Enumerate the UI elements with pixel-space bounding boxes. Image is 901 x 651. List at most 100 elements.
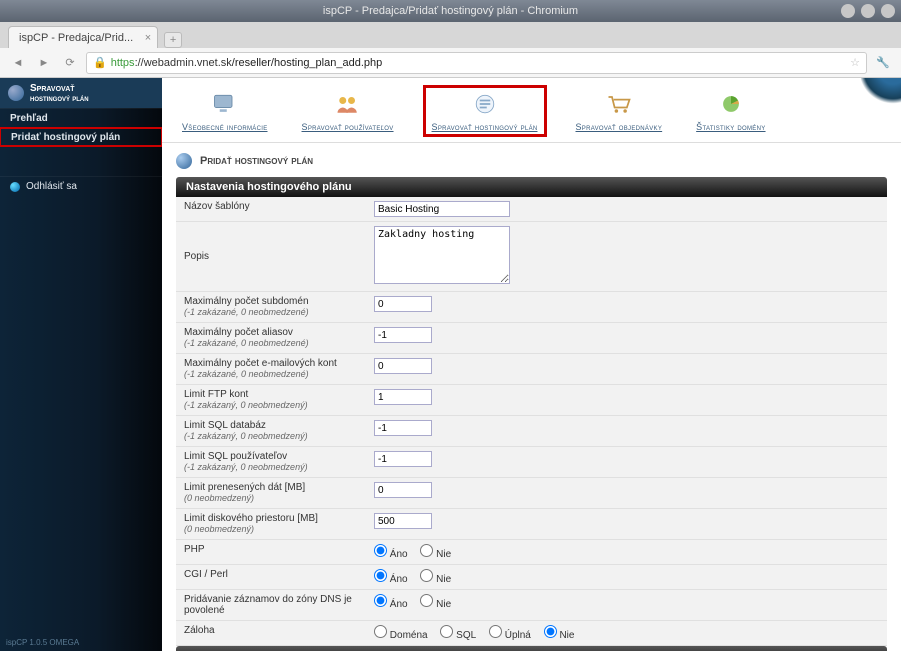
- radio-backup-sql[interactable]: [440, 625, 453, 638]
- page-title-icon: [176, 153, 192, 169]
- maximize-button[interactable]: [861, 4, 875, 18]
- star-icon[interactable]: ☆: [850, 56, 860, 69]
- radios-backup: Doména SQL Úplná Nie: [366, 621, 887, 646]
- forward-button[interactable]: ►: [34, 53, 54, 73]
- input-ftp-limit[interactable]: [374, 389, 432, 405]
- os-title-bar: ispCP - Predajca/Pridať hostingový plán …: [0, 0, 901, 22]
- hint-ftp-limit: (-1 zakázaný, 0 neobmedzený): [184, 400, 308, 410]
- input-max-subdomains[interactable]: [374, 296, 432, 312]
- label-description: Popis: [176, 222, 366, 292]
- radios-dns: Áno Nie: [366, 590, 887, 621]
- logout-icon: [10, 182, 20, 192]
- page-title-text: Pridať hostingový plán: [200, 155, 313, 167]
- app-frame: Spravovať hostingový plán Prehľad Pridať…: [0, 78, 901, 651]
- sidebar-item-overview[interactable]: Prehľad: [0, 108, 162, 128]
- label-template-name: Názov šablóny: [176, 197, 366, 222]
- label-max-mail: Maximálny počet e-mailových kont: [184, 358, 337, 369]
- radio-backup-full[interactable]: [489, 625, 502, 638]
- label-sql-user-limit: Limit SQL používateľov: [184, 451, 287, 462]
- section-hosting-settings: Nastavenia hostingového plánu: [176, 177, 887, 197]
- sidebar-footer: ispCP 1.0.5 OMEGA: [6, 638, 79, 647]
- radio-dns-no[interactable]: [420, 594, 433, 607]
- browser-tab[interactable]: ispCP - Predajca/Prid... ×: [8, 26, 158, 48]
- section-billing-settings: Nastavenia fakturácii: [176, 646, 887, 651]
- input-max-mail[interactable]: [374, 358, 432, 374]
- logo-corner: [861, 78, 901, 106]
- input-max-aliases[interactable]: [374, 327, 432, 343]
- lock-icon: 🔒: [93, 56, 107, 69]
- sidebar-item-label: Prehľad: [10, 113, 48, 124]
- sidebar-heading: Spravovať hostingový plán: [0, 78, 162, 108]
- radio-cgi-no[interactable]: [420, 569, 433, 582]
- input-sql-user-limit[interactable]: [374, 451, 432, 467]
- reload-button[interactable]: ⟳: [60, 53, 80, 73]
- label-sql-db-limit: Limit SQL databáz: [184, 420, 266, 431]
- new-tab-button[interactable]: +: [164, 32, 182, 48]
- url-field[interactable]: 🔒 https://webadmin.vnet.sk/reseller/host…: [86, 52, 867, 74]
- pie-chart-icon: [714, 90, 748, 118]
- close-button[interactable]: [881, 4, 895, 18]
- radio-cgi-yes[interactable]: [374, 569, 387, 582]
- sidebar-heading-l1: Spravovať: [30, 83, 89, 94]
- window-controls: [841, 4, 895, 18]
- tab-title: ispCP - Predajca/Prid...: [19, 32, 133, 44]
- input-description[interactable]: [374, 226, 510, 284]
- label-php: PHP: [176, 540, 366, 565]
- topmenu-domain-stats[interactable]: Štatistiky domény: [694, 88, 767, 134]
- sidebar-item-label: Odhlásiť sa: [26, 181, 77, 192]
- url-path: /reseller/hosting_plan_add.php: [232, 57, 382, 69]
- topmenu-label: Spravovať používateľov: [302, 122, 394, 132]
- radio-backup-none[interactable]: [544, 625, 557, 638]
- page-title: Pridať hostingový plán: [176, 153, 887, 169]
- label-max-aliases: Maximálny počet aliasov: [184, 327, 293, 338]
- url-scheme: https: [111, 57, 135, 69]
- topmenu-manage-hosting-plan[interactable]: Spravovať hostingový plán: [426, 88, 544, 134]
- users-icon: [331, 90, 365, 118]
- browser-address-bar: ◄ ► ⟳ 🔒 https://webadmin.vnet.sk/reselle…: [0, 48, 901, 78]
- topmenu-manage-orders[interactable]: Spravovať objednávky: [574, 88, 665, 134]
- sidebar-item-logout[interactable]: Odhlásiť sa: [0, 176, 162, 196]
- sidebar-heading-l2: hostingový plán: [30, 94, 89, 103]
- close-tab-icon[interactable]: ×: [145, 32, 151, 44]
- label-dns: Pridávanie záznamov do zóny DNS je povol…: [176, 590, 366, 621]
- topmenu-label: Spravovať objednávky: [576, 122, 663, 132]
- input-traffic-limit[interactable]: [374, 482, 432, 498]
- hosting-settings-table: Názov šablóny Popis Maximálny počet subd…: [176, 197, 887, 646]
- sidebar-item-add-plan[interactable]: Pridať hostingový plán: [0, 127, 163, 147]
- label-disk-limit: Limit diskového priestoru [MB]: [184, 513, 318, 524]
- monitor-icon: [208, 90, 242, 118]
- label-cgi: CGI / Perl: [176, 565, 366, 590]
- label-traffic-limit: Limit prenesených dát [MB]: [184, 482, 305, 493]
- hint-traffic-limit: (0 neobmedzený): [184, 493, 254, 503]
- radio-backup-domain[interactable]: [374, 625, 387, 638]
- label-backup: Záloha: [176, 621, 366, 646]
- input-disk-limit[interactable]: [374, 513, 432, 529]
- topmenu-general-info[interactable]: Všeobecné informácie: [180, 88, 270, 134]
- sidebar-heading-icon: [8, 85, 24, 101]
- radios-cgi: Áno Nie: [366, 565, 887, 590]
- hint-sql-user-limit: (-1 zakázaný, 0 neobmedzený): [184, 462, 308, 472]
- radio-php-no[interactable]: [420, 544, 433, 557]
- topmenu-label: Všeobecné informácie: [182, 122, 268, 132]
- hint-disk-limit: (0 neobmedzený): [184, 524, 254, 534]
- minimize-button[interactable]: [841, 4, 855, 18]
- back-button[interactable]: ◄: [8, 53, 28, 73]
- main-content: Všeobecné informácie Spravovať používate…: [162, 78, 901, 651]
- topmenu-label: Spravovať hostingový plán: [432, 122, 538, 132]
- hint-sql-db-limit: (-1 zakázaný, 0 neobmedzený): [184, 431, 308, 441]
- hint-max-subdomains: (-1 zakázané, 0 neobmedzené): [184, 307, 309, 317]
- page-body: Pridať hostingový plán Nastavenia hostin…: [162, 143, 901, 651]
- hint-max-aliases: (-1 zakázané, 0 neobmedzené): [184, 338, 309, 348]
- input-template-name[interactable]: [374, 201, 510, 217]
- window-title: ispCP - Predajca/Pridať hostingový plán …: [323, 5, 578, 17]
- radio-php-yes[interactable]: [374, 544, 387, 557]
- topmenu-manage-users[interactable]: Spravovať používateľov: [300, 88, 396, 134]
- hint-max-mail: (-1 zakázané, 0 neobmedzené): [184, 369, 309, 379]
- top-menu: Všeobecné informácie Spravovať používate…: [162, 78, 901, 143]
- wrench-icon[interactable]: 🔧: [873, 53, 893, 73]
- radios-php: Áno Nie: [366, 540, 887, 565]
- input-sql-db-limit[interactable]: [374, 420, 432, 436]
- topmenu-label: Štatistiky domény: [696, 122, 765, 132]
- sidebar-item-label: Pridať hostingový plán: [11, 132, 120, 143]
- radio-dns-yes[interactable]: [374, 594, 387, 607]
